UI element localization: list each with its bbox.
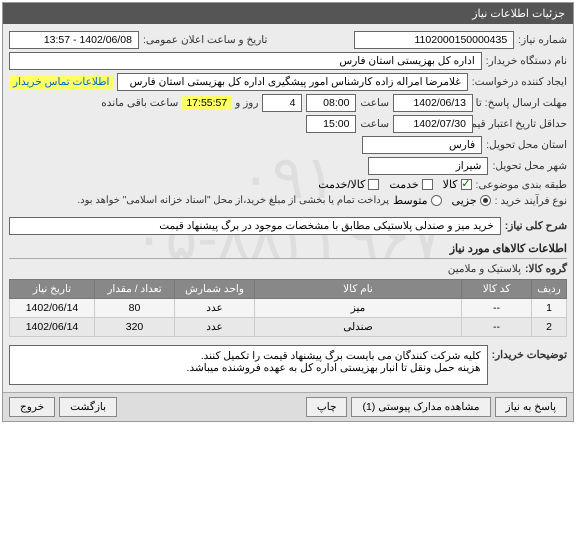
reply-button[interactable]: پاسخ به نیاز — [495, 397, 567, 417]
group-value: پلاستیک و ملامین — [448, 263, 521, 275]
buyer-org-value: اداره کل بهزیستی استان فارس — [9, 52, 482, 70]
exit-button[interactable]: خروج — [9, 397, 55, 417]
reply-deadline-label: مهلت ارسال پاسخ: تا تاریخ: — [477, 97, 567, 109]
check-icon — [422, 179, 433, 190]
need-no-label: شماره نیاز: — [518, 34, 567, 46]
validity-time: 15:00 — [306, 115, 356, 133]
category-service[interactable]: خدمت — [389, 178, 432, 191]
category-radio-group: کالا خدمت کالا/خدمت — [318, 178, 471, 191]
table-header-row: ردیف کد کالا نام کالا واحد شمارش تعداد /… — [10, 280, 567, 299]
days-remaining: 4 — [262, 94, 302, 112]
city-label: شهر محل تحویل: — [492, 160, 567, 172]
check-icon — [461, 179, 472, 190]
creator-label: ایجاد کننده درخواست: — [472, 76, 567, 88]
purchase-type-group: جزیی متوسط — [393, 194, 491, 207]
summary-value: خرید میز و صندلی پلاستیکی مطابق با مشخصا… — [9, 217, 501, 235]
remain-label: ساعت باقی مانده — [101, 97, 178, 109]
radio-icon — [480, 195, 491, 206]
th-row: ردیف — [532, 280, 567, 299]
buyer-org-label: نام دستگاه خریدار: — [486, 55, 567, 67]
announce-label: تاریخ و ساعت اعلان عمومی: — [143, 34, 267, 46]
buyer-notes-box: کلیه شرکت کنندگان می بایست برگ پیشنهاد ق… — [9, 345, 488, 385]
reply-deadline-time: 08:00 — [306, 94, 356, 112]
category-goods-service[interactable]: کالا/خدمت — [318, 178, 379, 191]
th-date: تاریخ نیاز — [10, 280, 95, 299]
th-qty: تعداد / مقدار — [95, 280, 175, 299]
reply-deadline-date: 1402/06/13 — [393, 94, 473, 112]
time-label-1: ساعت — [360, 97, 389, 109]
time-label-2: ساعت — [360, 118, 389, 130]
validity-label: حداقل تاریخ اعتبار قیمت: تا تاریخ: — [477, 118, 567, 130]
city-value: شیراز — [368, 157, 488, 175]
buyer-notes-label: توضیحات خریدار: — [492, 345, 567, 361]
countdown-timer: 17:55:57 — [182, 96, 231, 110]
group-label: گروه کالا: — [525, 263, 567, 275]
creator-value: غلامرضا امراله زاده کارشناس امور پیشگیری… — [117, 73, 467, 91]
province-label: استان محل تحویل: — [486, 139, 567, 151]
table-row: 2 -- صندلی عدد 320 1402/06/14 — [10, 318, 567, 337]
print-button[interactable]: چاپ — [306, 397, 348, 417]
buyer-contact-link[interactable]: اطلاعات تماس خریدار — [9, 75, 113, 89]
province-value: فارس — [362, 136, 482, 154]
panel-title: جزئیات اطلاعات نیاز — [3, 3, 573, 24]
panel-body: ۰۹۱ ۰۵-۸۸۳۴۹۶۷ شماره نیاز: 1102000150000… — [3, 24, 573, 392]
announce-value: 1402/06/08 - 13:57 — [9, 31, 139, 49]
summary-label: شرح کلی نیاز: — [505, 220, 567, 232]
footer-toolbar: پاسخ به نیاز مشاهده مدارک پیوستی (1) چاپ… — [3, 392, 573, 421]
th-unit: واحد شمارش — [175, 280, 255, 299]
th-code: کد کالا — [462, 280, 532, 299]
th-name: نام کالا — [255, 280, 462, 299]
details-panel: جزئیات اطلاعات نیاز ۰۹۱ ۰۵-۸۸۳۴۹۶۷ شماره… — [2, 2, 574, 422]
purchase-type-label: نوع فرآیند خرید : — [495, 195, 567, 207]
category-label: طبقه بندی موضوعی: — [476, 179, 567, 191]
need-no-value: 1102000150000435 — [354, 31, 514, 49]
check-icon — [368, 179, 379, 190]
items-section-title: اطلاعات کالاهای مورد نیاز — [9, 239, 567, 259]
radio-icon — [431, 195, 442, 206]
attachments-button[interactable]: مشاهده مدارک پیوستی (1) — [351, 397, 490, 417]
back-button[interactable]: بازگشت — [59, 397, 117, 417]
table-row: 1 -- میز عدد 80 1402/06/14 — [10, 299, 567, 318]
pt-note: پرداخت تمام یا بخشی از مبلغ خرید،از محل … — [77, 195, 389, 206]
pt-partial[interactable]: جزیی — [452, 194, 491, 207]
validity-date: 1402/07/30 — [393, 115, 473, 133]
pt-medium[interactable]: متوسط — [393, 194, 442, 207]
items-table: ردیف کد کالا نام کالا واحد شمارش تعداد /… — [9, 279, 567, 337]
days-label: روز و — [235, 97, 258, 109]
category-goods[interactable]: کالا — [443, 178, 472, 191]
